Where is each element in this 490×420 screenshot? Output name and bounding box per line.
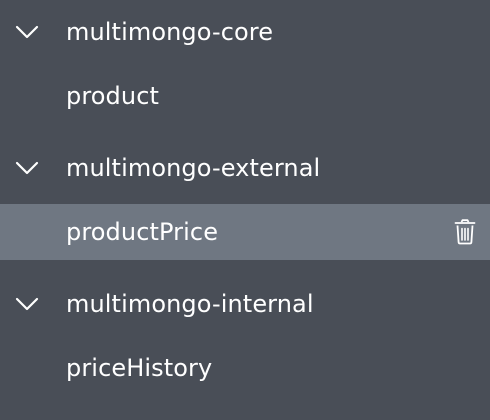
database-row-multimongo-core[interactable]: multimongo-core [0,4,490,60]
trash-icon[interactable] [454,219,476,245]
collection-row-productPrice[interactable]: productPrice [0,204,490,260]
database-label: multimongo-external [66,154,321,182]
collection-row-priceHistory[interactable]: priceHistory [0,340,490,396]
database-row-multimongo-external[interactable]: multimongo-external [0,140,490,196]
collection-label: priceHistory [66,354,213,382]
collection-label: product [66,82,160,110]
database-tree: multimongo-core product multimongo-exter… [0,0,490,420]
collection-row-product[interactable]: product [0,68,490,124]
database-row-multimongo-internal[interactable]: multimongo-internal [0,276,490,332]
database-label: multimongo-core [66,18,274,46]
database-label: multimongo-internal [66,290,314,318]
chevron-down-icon[interactable] [14,24,40,40]
chevron-down-icon[interactable] [14,160,40,176]
chevron-down-icon[interactable] [14,296,40,312]
collection-label: productPrice [66,218,219,246]
